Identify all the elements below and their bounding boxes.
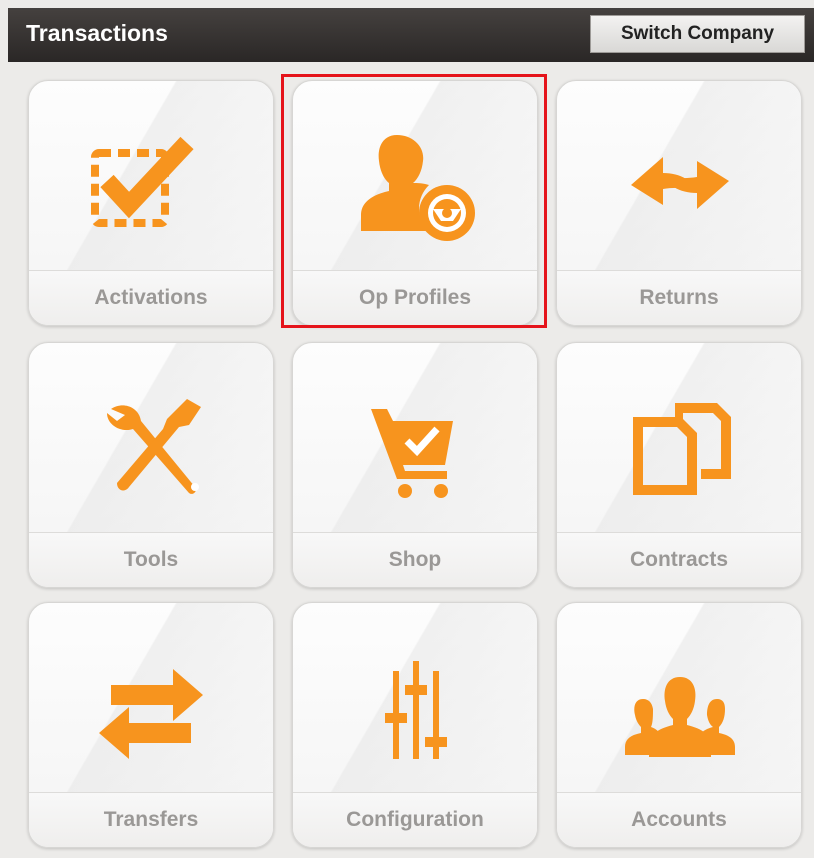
switch-company-button[interactable]: Switch Company xyxy=(590,15,805,53)
transfer-arrows-icon xyxy=(77,643,227,771)
tile-label: Activations xyxy=(29,270,273,325)
tile-configuration[interactable]: Configuration xyxy=(292,602,538,848)
tile-label: Transfers xyxy=(29,792,273,847)
shopping-cart-icon xyxy=(341,383,491,511)
documents-icon xyxy=(605,383,755,511)
tile-label: Tools xyxy=(29,532,273,587)
page-title: Transactions xyxy=(26,20,168,46)
tile-label: Accounts xyxy=(557,792,801,847)
tile-accounts[interactable]: Accounts xyxy=(556,602,802,848)
checkbox-icon xyxy=(77,121,227,249)
sliders-icon xyxy=(341,643,491,771)
tools-icon xyxy=(77,383,227,511)
tile-returns[interactable]: Returns xyxy=(556,80,802,326)
tile-transfers[interactable]: Transfers xyxy=(28,602,274,848)
tile-shop[interactable]: Shop xyxy=(292,342,538,588)
operator-profile-icon xyxy=(341,121,491,249)
tile-tools[interactable]: Tools xyxy=(28,342,274,588)
return-arrows-icon xyxy=(605,121,755,249)
tile-op-profiles[interactable]: Op Profiles xyxy=(292,80,538,326)
tile-label: Op Profiles xyxy=(293,270,537,325)
tile-contracts[interactable]: Contracts xyxy=(556,342,802,588)
users-group-icon xyxy=(605,643,755,771)
tile-label: Returns xyxy=(557,270,801,325)
tile-activations[interactable]: Activations xyxy=(28,80,274,326)
header-bar: Transactions Switch Company xyxy=(8,8,814,62)
tile-label: Configuration xyxy=(293,792,537,847)
tile-label: Contracts xyxy=(557,532,801,587)
tile-label: Shop xyxy=(293,532,537,587)
